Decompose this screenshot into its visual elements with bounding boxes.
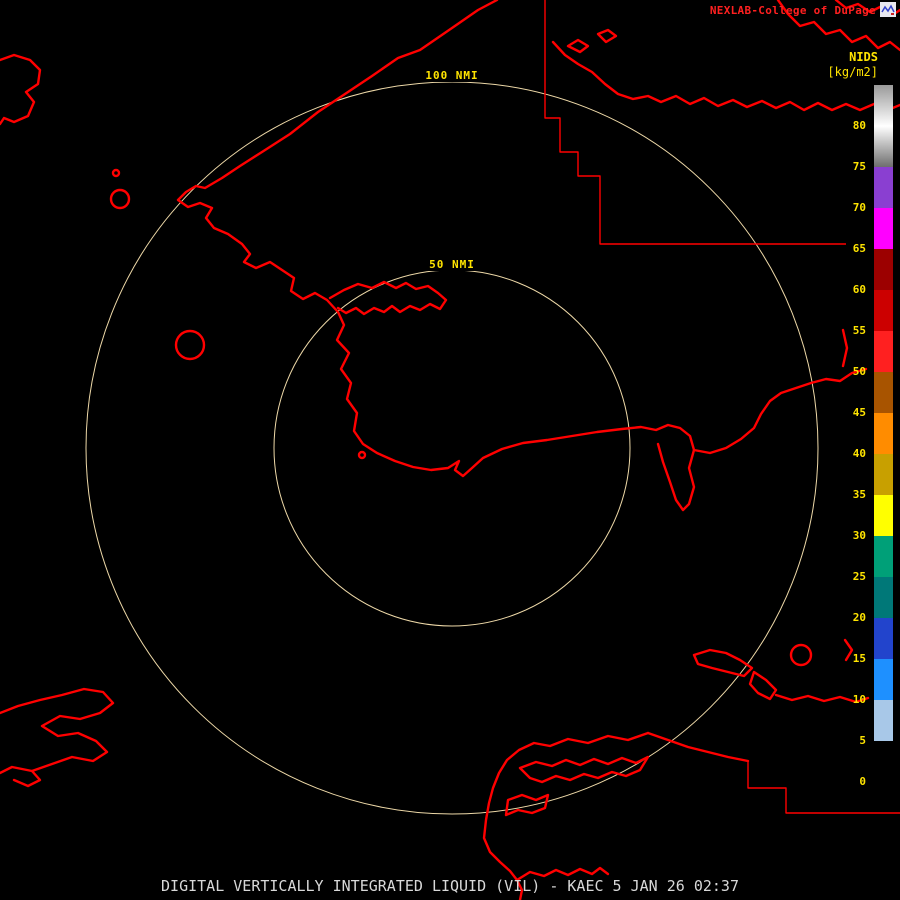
- colorbar-tick-15: 15: [852, 652, 866, 665]
- island-top-left: [0, 53, 42, 126]
- colorbar-tick-55: 55: [852, 324, 866, 337]
- colorbar-tick-20: 20: [852, 611, 866, 624]
- coastline-right-squiggle: [841, 328, 849, 368]
- colorbar-tick-80: 80: [852, 119, 866, 132]
- colorbar: 80 75 70 65 60 55 50 45 40 35 30 25 20 15 10 5 0: [853, 85, 893, 788]
- colorbar-segment-0-5: [874, 741, 893, 782]
- coastline-delta-inner-b: [504, 793, 550, 817]
- colorbar-segment-25-30: [874, 536, 893, 577]
- colorbar-segment-80+: [874, 85, 893, 126]
- header-brand: NEXLAB-College of DuPage: [709, 4, 876, 17]
- colorbar-tick-25: 25: [852, 570, 866, 583]
- colorbar-tick-65: 65: [852, 242, 866, 255]
- colorbar-segment-75-80: [874, 126, 893, 167]
- border-steps-top-right: [544, 0, 846, 245]
- colorbar-units: [kg/m2]: [827, 65, 878, 79]
- colorbar-segment-35-40: [874, 454, 893, 495]
- colorbar-tick-30: 30: [852, 529, 866, 542]
- range-ring-50nmi: [273, 269, 631, 627]
- colorbar-tick-45: 45: [852, 406, 866, 419]
- colorbar-segment-10-15: [874, 659, 893, 700]
- colorbar-segment-65-70: [874, 208, 893, 249]
- nexlab-logo-icon: [880, 2, 896, 17]
- footer-caption: DIGITAL VERTICALLY INTEGRATED LIQUID (VI…: [161, 877, 739, 895]
- radar-map-svg: [0, 0, 900, 900]
- colorbar-tick-5: 5: [859, 734, 866, 747]
- coastline-norton-bay: [328, 280, 448, 316]
- colorbar-segment-40-45: [874, 413, 893, 454]
- island-right-a: [692, 648, 754, 678]
- island-dot-small: [111, 168, 121, 178]
- colorbar-tick-10: 10: [852, 693, 866, 706]
- colorbar-segment-45-50: [874, 372, 893, 413]
- range-ring-label-100nmi: 100 NMI: [420, 69, 484, 82]
- colorbar-tick-35: 35: [852, 488, 866, 501]
- colorbar-tick-0: 0: [859, 775, 866, 788]
- colorbar-tick-40: 40: [852, 447, 866, 460]
- island-right-b: [748, 670, 778, 701]
- colorbar-segment-55-60: [874, 290, 893, 331]
- island-bottom-left-tail: [12, 769, 42, 788]
- colorbar-title: NIDS: [849, 50, 878, 64]
- colorbar-segment-20-25: [874, 577, 893, 618]
- colorbar-segment-30-35: [874, 495, 893, 536]
- island-top-right-a: [566, 38, 590, 54]
- colorbar-segment-5-10: [874, 700, 893, 741]
- coastline-right-notch: [843, 638, 854, 662]
- island-top-right-b: [596, 28, 618, 44]
- colorbar-tick-60: 60: [852, 283, 866, 296]
- island-ring-small: [109, 188, 131, 210]
- island-dot-center: [357, 450, 367, 460]
- coastline-hook-peninsula: [656, 442, 696, 512]
- coastline-delta-inner-a: [518, 755, 650, 784]
- colorbar-tick-50: 50: [852, 365, 866, 378]
- range-ring-100nmi: [85, 81, 819, 815]
- coastline-main: [176, 0, 868, 478]
- island-ring-mid: [174, 329, 206, 361]
- radar-display: 100 NMI 50 NMI NEXLAB-College of DuPage …: [0, 0, 900, 900]
- colorbar-segment-15-20: [874, 618, 893, 659]
- range-rings: [85, 81, 819, 815]
- map-outlines: [0, 0, 900, 900]
- colorbar-tick-75: 75: [852, 160, 866, 173]
- colorbar-segment-60-65: [874, 249, 893, 290]
- range-ring-label-50nmi: 50 NMI: [424, 258, 480, 271]
- colorbar-segment-50-55: [874, 331, 893, 372]
- island-ring-right: [789, 643, 813, 667]
- colorbar-segment-70-75: [874, 167, 893, 208]
- island-bottom-left: [0, 687, 115, 775]
- colorbar-tick-70: 70: [852, 201, 866, 214]
